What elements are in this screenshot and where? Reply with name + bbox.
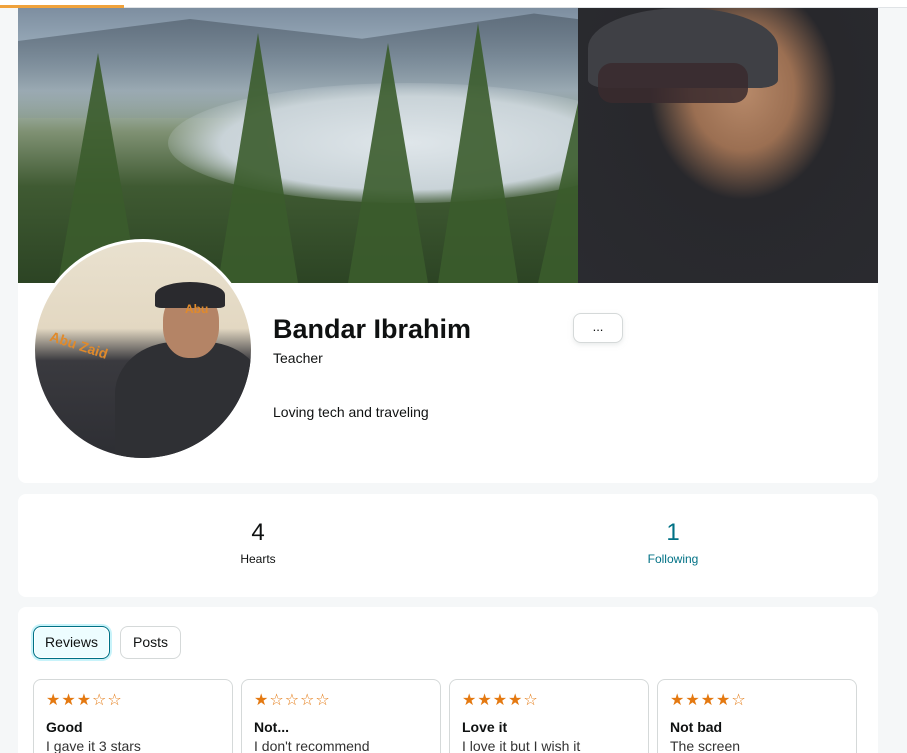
avatar-wall-text: Abu Zaid xyxy=(47,328,110,362)
review-title: Good xyxy=(46,719,83,735)
tab-posts[interactable]: Posts xyxy=(120,626,181,659)
profile-job: Teacher xyxy=(273,350,323,366)
stat-hearts: 4 Hearts xyxy=(188,518,328,566)
star-empty-icon: ☆ xyxy=(284,692,300,709)
star-filled-icon: ★ xyxy=(685,692,700,709)
star-empty-icon: ☆ xyxy=(300,692,315,709)
avatar[interactable]: Abu Zaid Abu xyxy=(32,239,254,461)
star-filled-icon: ★ xyxy=(477,692,492,709)
tab-reviews[interactable]: Reviews xyxy=(33,626,110,659)
profile-name: Bandar Ibrahim xyxy=(273,314,472,344)
more-options-button[interactable]: ... xyxy=(573,313,623,343)
review-body: I don't recommend xyxy=(254,738,370,753)
review-card[interactable]: ★ ★ ★ ☆ ☆ Good I gave it 3 stars xyxy=(33,679,233,753)
top-bar xyxy=(0,0,907,8)
star-empty-icon: ☆ xyxy=(315,692,330,709)
star-filled-icon: ★ xyxy=(700,692,716,709)
hearts-label: Hearts xyxy=(240,552,276,566)
review-body: I gave it 3 stars xyxy=(46,738,141,753)
review-body: The screen xyxy=(670,738,741,753)
review-title: Love it xyxy=(462,719,508,735)
star-rating: ★ ★ ★ ★ ☆ xyxy=(670,692,844,710)
star-filled-icon: ★ xyxy=(61,692,76,709)
review-card[interactable]: ★ ☆ ☆ ☆ ☆ Not... I don't recommend xyxy=(241,679,441,753)
review-card[interactable]: ★ ★ ★ ★ ☆ Not bad The screen xyxy=(657,679,857,753)
star-empty-icon: ☆ xyxy=(92,692,107,709)
star-filled-icon: ★ xyxy=(254,692,269,709)
following-label[interactable]: Following xyxy=(603,552,743,566)
stats-card: 4 Hearts 1 Following xyxy=(18,494,878,597)
star-filled-icon: ★ xyxy=(492,692,508,709)
star-empty-icon: ☆ xyxy=(107,692,122,709)
star-empty-icon: ☆ xyxy=(523,692,538,709)
star-empty-icon: ☆ xyxy=(731,692,746,709)
review-card[interactable]: ★ ★ ★ ★ ☆ Love it I love it but I wish it xyxy=(449,679,649,753)
star-rating: ★ ★ ★ ☆ ☆ xyxy=(46,692,220,710)
star-filled-icon: ★ xyxy=(716,692,731,709)
star-filled-icon: ★ xyxy=(46,692,61,709)
avatar-wall-text-2: Abu xyxy=(185,302,209,316)
star-empty-icon: ☆ xyxy=(269,692,284,709)
star-filled-icon: ★ xyxy=(508,692,523,709)
review-body: I love it but I wish it xyxy=(462,738,581,753)
profile-bio: Loving tech and traveling xyxy=(273,404,429,420)
review-title: Not bad xyxy=(670,719,723,735)
stat-following[interactable]: 1 Following xyxy=(603,518,743,566)
star-filled-icon: ★ xyxy=(462,692,477,709)
star-filled-icon: ★ xyxy=(76,692,92,709)
star-filled-icon: ★ xyxy=(670,692,685,709)
following-count[interactable]: 1 xyxy=(603,518,743,548)
star-rating: ★ ★ ★ ★ ☆ xyxy=(462,692,636,710)
review-title: Not... xyxy=(254,719,289,735)
hearts-count: 4 xyxy=(251,519,265,546)
star-rating: ★ ☆ ☆ ☆ ☆ xyxy=(254,692,428,710)
